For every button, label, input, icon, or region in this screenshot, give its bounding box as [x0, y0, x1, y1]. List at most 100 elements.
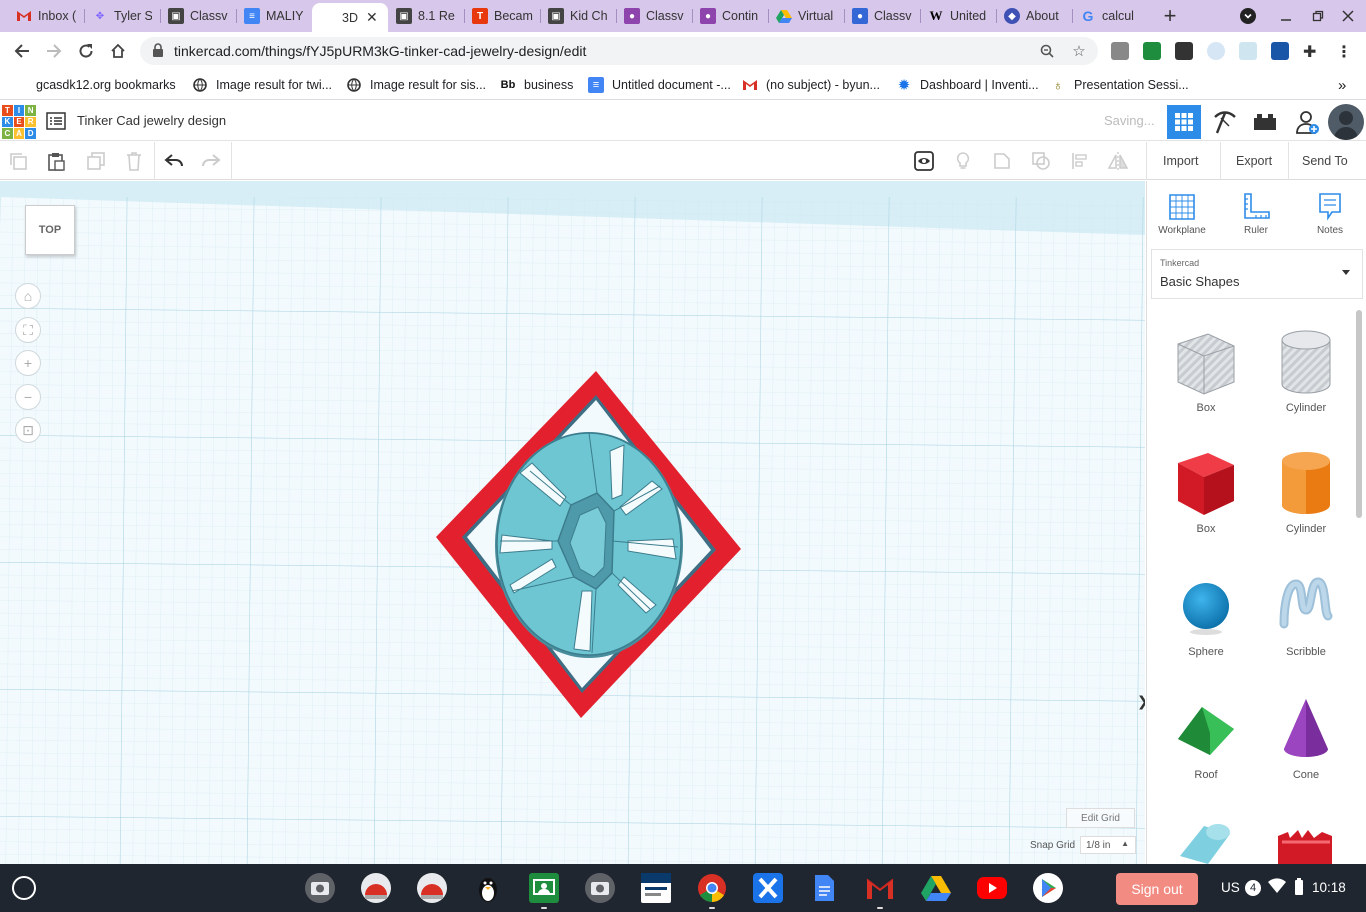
bookmarks-overflow-button[interactable]: »: [1338, 76, 1346, 94]
codeblocks-pickaxe-icon[interactable]: [1208, 105, 1242, 139]
shape-partial-cylinder[interactable]: [1166, 816, 1246, 864]
x-app-icon[interactable]: [753, 873, 783, 903]
extension-sheets-icon[interactable]: [1143, 42, 1161, 60]
bookmark-item[interactable]: ✹ Dashboard | Inventi...: [896, 76, 1039, 94]
design-title[interactable]: Tinker Cad jewelry design: [77, 113, 226, 128]
tinkercad-logo[interactable]: T I N K E R C A D: [2, 105, 36, 139]
back-icon[interactable]: [11, 40, 33, 62]
drive-app-icon[interactable]: [921, 873, 951, 903]
home-icon[interactable]: [107, 40, 129, 62]
tab-inbox[interactable]: Inbox (: [16, 4, 76, 28]
export-button[interactable]: Export: [1228, 149, 1280, 173]
penguin-app-icon[interactable]: [473, 873, 503, 903]
browser-menu-icon[interactable]: ⋮: [1336, 42, 1354, 61]
keyboard-layout-indicator[interactable]: US: [1221, 880, 1240, 895]
view-cube[interactable]: TOP: [25, 205, 75, 255]
reload-icon[interactable]: [75, 40, 97, 62]
notification-badge[interactable]: 4: [1245, 880, 1261, 896]
bookmark-item[interactable]: (no subject) - byun...: [742, 76, 880, 94]
ortho-view-icon[interactable]: ⊡: [15, 417, 41, 443]
chrome-app-icon[interactable]: [697, 873, 727, 903]
workplane-button[interactable]: Workplane: [1152, 191, 1212, 249]
shape-roof[interactable]: Roof: [1166, 693, 1246, 793]
bookmark-item[interactable]: ≡ Untitled document -...: [588, 76, 731, 94]
redo-icon[interactable]: [200, 150, 222, 172]
launcher-icon[interactable]: [12, 876, 36, 900]
paste-icon[interactable]: [45, 150, 67, 172]
minimize-icon[interactable]: [1276, 6, 1296, 26]
tab-tyler[interactable]: ✥ Tyler S: [92, 4, 152, 28]
tab-classroom-1[interactable]: ▣ Classv: [168, 4, 230, 28]
group-icon[interactable]: [991, 150, 1013, 172]
youtube-app-icon[interactable]: [977, 877, 1007, 899]
bookmark-item[interactable]: Image result for twi...: [192, 76, 332, 94]
zoom-in-icon[interactable]: +: [15, 350, 41, 376]
workplane-grid[interactable]: [0, 181, 1145, 864]
extension-circle-icon[interactable]: [1207, 42, 1225, 60]
bookmark-item[interactable]: gcasdk12.org bookmarks: [12, 76, 176, 94]
shape-cylinder-hole[interactable]: Cylinder: [1266, 326, 1346, 426]
extensions-puzzle-icon[interactable]: ✚: [1303, 42, 1321, 61]
tab-classroom-3[interactable]: ● Classv: [852, 4, 914, 28]
send-to-button[interactable]: Send To: [1294, 149, 1356, 173]
user-avatar[interactable]: [1328, 104, 1364, 140]
tab-kid-ch[interactable]: ▣ Kid Ch: [548, 4, 610, 28]
notes-button[interactable]: Notes: [1300, 191, 1360, 249]
tab-becam[interactable]: T Becam: [472, 4, 534, 28]
bricks-icon[interactable]: [1248, 105, 1282, 139]
shapes-scrollbar[interactable]: [1356, 310, 1362, 518]
wifi-icon[interactable]: [1268, 878, 1286, 897]
lightbulb-icon[interactable]: [952, 150, 974, 172]
close-window-icon[interactable]: [1338, 6, 1358, 26]
new-tab-button[interactable]: +: [1160, 3, 1180, 28]
address-bar[interactable]: tinkercad.com/things/fYJ5pURM3kG-tinker-…: [140, 37, 1098, 65]
shape-scribble[interactable]: Scribble: [1266, 570, 1346, 670]
pearson-testnav-icon[interactable]: [641, 873, 671, 903]
copy-icon[interactable]: [7, 150, 29, 172]
shape-library-dropdown[interactable]: Tinkercad Basic Shapes: [1151, 249, 1363, 299]
extension-blue-icon[interactable]: [1271, 42, 1289, 60]
tab-contin[interactable]: ● Contin: [700, 4, 762, 28]
gmail-app-icon[interactable]: [865, 873, 895, 903]
clock[interactable]: 10:18: [1312, 880, 1346, 895]
tab-virtual[interactable]: Virtual: [776, 4, 838, 28]
delete-icon[interactable]: [123, 150, 145, 172]
camera-app-icon[interactable]: [305, 873, 335, 903]
tab-search-icon[interactable]: [1238, 6, 1258, 26]
home-view-icon[interactable]: ⌂: [15, 283, 41, 309]
ungroup-icon[interactable]: [1030, 150, 1052, 172]
shape-partial-text[interactable]: [1266, 816, 1346, 864]
tab-8-1[interactable]: ▣ 8.1 Re: [396, 4, 458, 28]
edit-grid-button[interactable]: Edit Grid: [1066, 808, 1135, 828]
shape-cone[interactable]: Cone: [1266, 693, 1346, 793]
add-user-icon[interactable]: [1290, 105, 1324, 139]
bookmark-item[interactable]: Image result for sis...: [346, 76, 486, 94]
show-all-icon[interactable]: [913, 150, 935, 172]
classroom-app-icon[interactable]: [529, 873, 559, 903]
bookmark-item[interactable]: Bb business: [500, 76, 574, 94]
ruler-button[interactable]: Ruler: [1226, 191, 1286, 249]
panel-collapse-icon[interactable]: ❯: [1137, 693, 1145, 713]
tab-united[interactable]: W United: [928, 4, 990, 28]
docs-app-icon[interactable]: [809, 873, 839, 903]
tab-about[interactable]: ◆ About: [1004, 4, 1068, 28]
close-tab-icon[interactable]: ✕: [366, 9, 378, 26]
extension-cloud-icon[interactable]: [1239, 42, 1257, 60]
design-list-icon[interactable]: [46, 112, 66, 130]
zoom-icon[interactable]: [1038, 42, 1056, 60]
restore-icon[interactable]: [1308, 6, 1328, 26]
forward-icon[interactable]: [43, 40, 65, 62]
extension-qr2-icon[interactable]: [1175, 42, 1193, 60]
zoom-out-icon[interactable]: −: [15, 384, 41, 410]
bookmark-star-icon[interactable]: ☆: [1070, 42, 1088, 60]
play-store-icon[interactable]: [1033, 873, 1063, 903]
bookmark-item[interactable]: ♁ Presentation Sessi...: [1050, 76, 1189, 94]
camera-app-2-icon[interactable]: [585, 873, 615, 903]
3d-workplane[interactable]: TOP ⌂ ⛶ + − ⊡ Edit Grid Snap Grid 1/8 in…: [0, 181, 1145, 864]
battery-icon[interactable]: [1294, 878, 1304, 899]
tab-maliya[interactable]: ≡ MALIY: [244, 4, 306, 28]
import-button[interactable]: Import: [1155, 149, 1206, 173]
shape-cylinder[interactable]: Cylinder: [1266, 447, 1346, 547]
extension-qr-icon[interactable]: [1111, 42, 1129, 60]
chrome-profile-2-icon[interactable]: [417, 873, 447, 903]
